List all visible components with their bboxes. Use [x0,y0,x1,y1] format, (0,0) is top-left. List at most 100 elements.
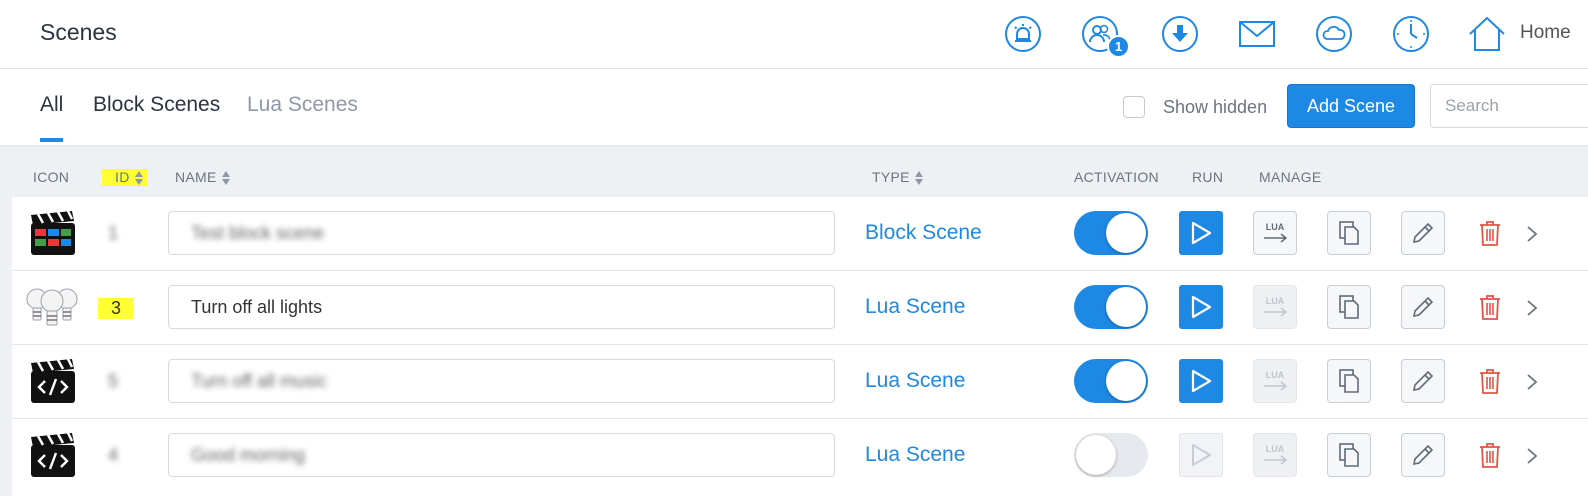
column-header-id[interactable]: ID [102,169,147,187]
play-icon [1191,295,1212,319]
show-hidden-label[interactable]: Show hidden [1163,97,1267,118]
table-row[interactable]: 5 Turn off all music Lua Scene LUA [12,345,1588,419]
pencil-icon [1412,222,1434,244]
activation-toggle[interactable] [1074,433,1148,477]
lua-convert-icon: LUA [1264,444,1288,465]
sort-icon [221,171,230,186]
pencil-icon [1412,444,1434,466]
trash-icon [1480,295,1500,320]
table-row[interactable]: 4 Good morning Lua Scene LUA [12,419,1588,496]
edit-button[interactable] [1401,211,1445,255]
column-header-name-label: NAME [175,169,217,185]
clapperboard-blocks-icon [31,210,75,255]
svg-text:LUA: LUA [1266,222,1285,232]
page-title: Scenes [40,19,117,45]
scene-name-field[interactable]: Turn off all lights [168,285,835,329]
scene-type-link[interactable]: Lua Scene [865,369,965,393]
copy-icon [1339,443,1359,467]
run-button[interactable] [1179,285,1223,329]
duplicate-button[interactable] [1327,211,1371,255]
scene-name-field[interactable]: Good morning [168,433,835,477]
scene-type-link[interactable]: Lua Scene [865,443,965,467]
sort-icon [134,171,143,186]
column-header-type[interactable]: TYPE [872,169,924,186]
duplicate-button[interactable] [1327,433,1371,477]
duplicate-button[interactable] [1327,285,1371,329]
run-button[interactable] [1179,433,1223,477]
duplicate-button[interactable] [1327,359,1371,403]
tab-all[interactable]: All [40,93,63,117]
row-id: 5 [108,371,119,391]
convert-to-lua-button[interactable]: LUA [1253,433,1297,477]
activation-toggle[interactable] [1074,359,1148,403]
clock-icon[interactable] [1391,14,1431,54]
activation-toggle[interactable] [1074,285,1148,329]
row-id: 4 [108,445,119,465]
tab-block-scenes[interactable]: Block Scenes [93,93,220,117]
light-bulbs-icon [26,288,78,326]
scene-name: Turn off all lights [191,296,323,317]
trash-icon [1480,443,1500,468]
row-id: 1 [108,223,119,243]
table-row[interactable]: 3 Turn off all lights Lua Scene LUA [12,271,1588,345]
column-header-name[interactable]: NAME [175,169,231,186]
home-label[interactable]: Home [1520,22,1571,44]
chevron-right-icon[interactable] [1524,223,1540,245]
show-hidden-checkbox[interactable] [1123,96,1145,118]
edit-button[interactable] [1401,359,1445,403]
delete-button[interactable] [1476,439,1504,471]
column-header-icon: ICON [33,169,70,185]
trash-icon [1480,369,1500,394]
toggle-knob [1076,435,1116,475]
active-tab-indicator [40,138,63,142]
add-scene-button[interactable]: Add Scene [1287,84,1415,128]
svg-text:LUA: LUA [1266,296,1285,306]
scene-name: Good morning [191,444,306,465]
toggle-knob [1106,361,1146,401]
chevron-right-icon[interactable] [1524,371,1540,393]
mail-icon[interactable] [1237,14,1277,54]
chevron-right-icon[interactable] [1524,445,1540,467]
edit-button[interactable] [1401,285,1445,329]
convert-to-lua-button[interactable]: LUA [1253,285,1297,329]
convert-to-lua-button[interactable]: LUA [1253,359,1297,403]
notification-badge: 1 [1107,35,1130,58]
toggle-knob [1106,287,1146,327]
scene-name-field[interactable]: Test block scene [168,211,835,255]
download-icon[interactable] [1160,14,1200,54]
chevron-right-icon[interactable] [1524,297,1540,319]
delete-button[interactable] [1476,217,1504,249]
run-button[interactable] [1179,359,1223,403]
cloud-icon[interactable] [1314,14,1354,54]
run-button[interactable] [1179,211,1223,255]
column-header-id-label: ID [115,169,130,185]
alarm-icon[interactable] [1003,14,1043,54]
copy-icon [1339,221,1359,245]
activation-toggle[interactable] [1074,211,1148,255]
convert-to-lua-button[interactable]: LUA [1253,211,1297,255]
edit-button[interactable] [1401,433,1445,477]
column-header-run: RUN [1192,169,1224,185]
svg-text:LUA: LUA [1266,370,1285,380]
trash-icon [1480,221,1500,246]
users-icon[interactable]: 1 [1080,14,1130,58]
delete-button[interactable] [1476,365,1504,397]
delete-button[interactable] [1476,291,1504,323]
play-icon [1192,444,1211,466]
table-row[interactable]: 1 Test block scene Block Scene LUA [12,197,1588,271]
scene-type-link[interactable]: Lua Scene [865,295,965,319]
scene-name: Test block scene [191,222,325,243]
home-icon[interactable] [1467,14,1507,54]
scene-type-link[interactable]: Block Scene [865,221,982,245]
column-header-manage: MANAGE [1259,169,1322,185]
copy-icon [1339,295,1359,319]
lua-convert-icon: LUA [1264,296,1288,317]
clapperboard-code-icon [31,358,75,403]
column-header-activation: ACTIVATION [1074,169,1159,185]
svg-text:LUA: LUA [1266,444,1285,454]
column-header-type-label: TYPE [872,169,910,185]
tab-lua-scenes[interactable]: Lua Scenes [247,93,358,117]
clapperboard-code-icon [31,432,75,477]
scene-name-field[interactable]: Turn off all music [168,359,835,403]
search-input[interactable] [1430,84,1588,128]
